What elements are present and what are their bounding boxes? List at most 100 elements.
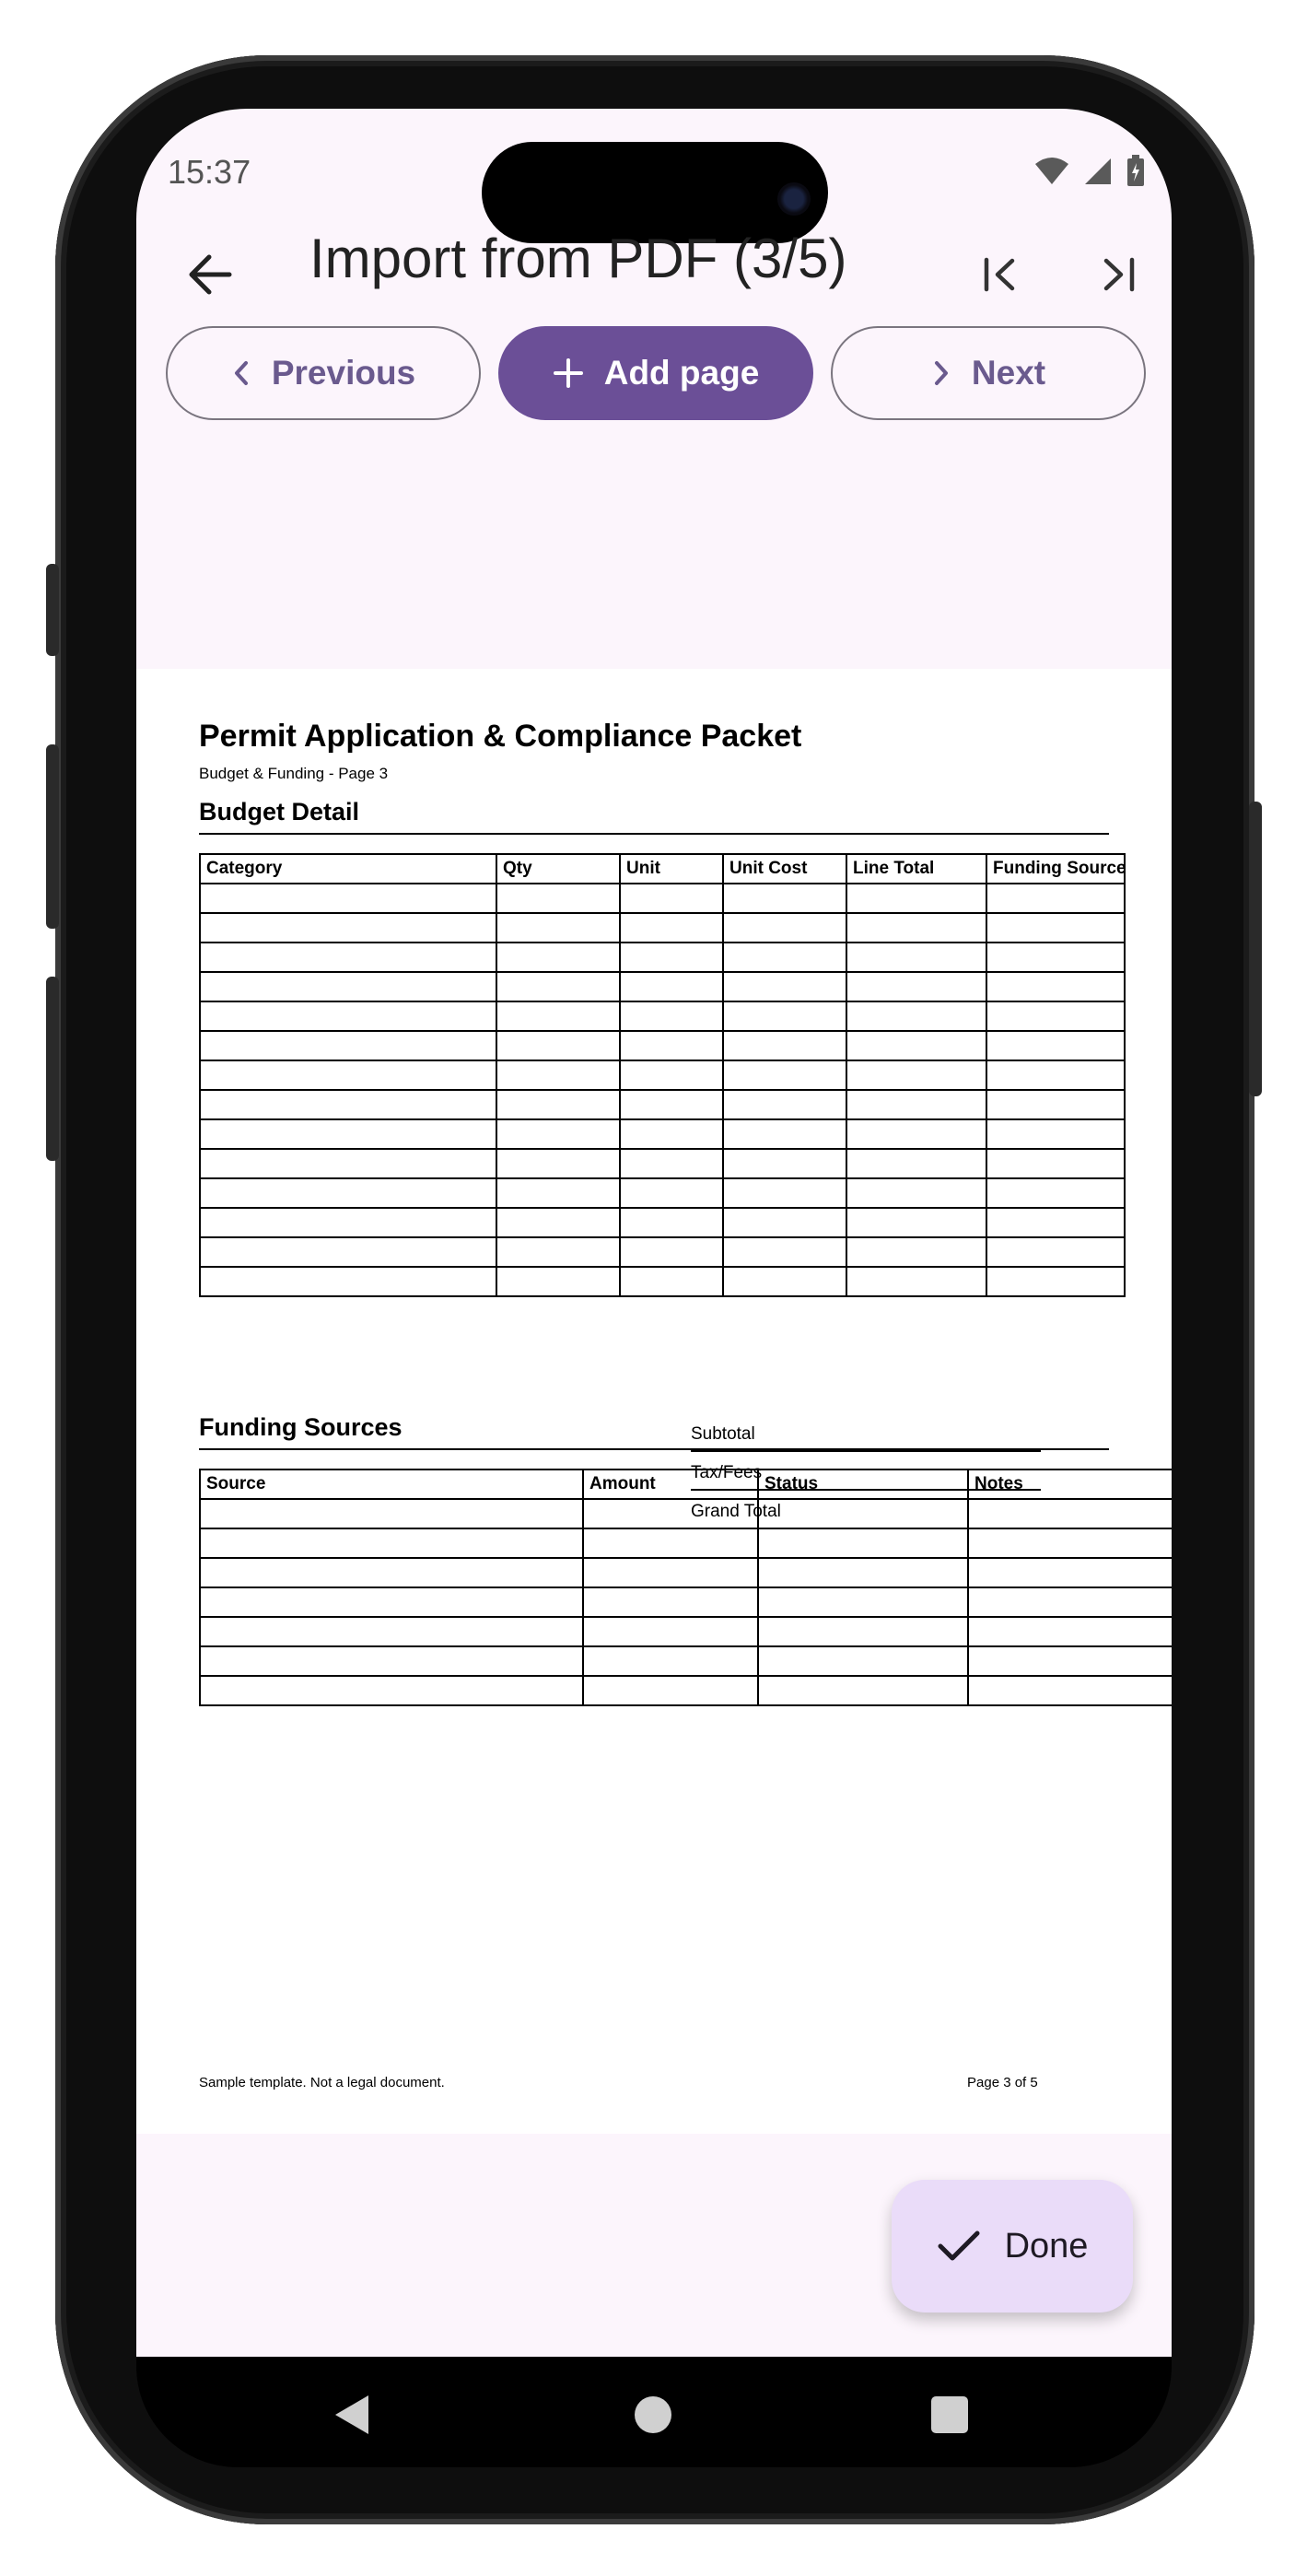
nav-back-icon[interactable] [333,2394,370,2436]
funding-table-cell [199,1645,584,1677]
back-button[interactable] [173,238,247,311]
wifi-icon [1035,158,1068,184]
budget-table-cell [722,1207,847,1238]
budget-table-cell [199,942,497,973]
budget-table-cell [722,942,847,973]
budget-table-cell [619,1030,724,1061]
budget-table-cell [722,1030,847,1061]
budget-table-row [199,1118,1126,1150]
funding-table-cell [199,1498,584,1529]
budget-table-cell [619,1118,724,1150]
funding-table-cell [967,1557,1172,1588]
budget-table-row [199,1177,1126,1209]
budget-table-cell [986,1236,1126,1268]
budget-table-cell [496,1001,621,1032]
funding-table-cell [199,1528,584,1559]
status-time: 15:37 [168,153,251,191]
chevron-left-icon [234,361,248,385]
budget-table-cell [496,1118,621,1150]
budget-table-cell [199,1118,497,1150]
screen: 15:37 Import from PDF (3/5) Previous Add… [136,109,1172,2357]
budget-column-header: Qty [496,853,621,884]
funding-table-cell [582,1498,759,1529]
check-icon [938,2231,980,2261]
budget-table-cell [199,912,497,943]
budget-column-header: Line Total [846,853,987,884]
budget-table-cell [846,942,987,973]
funding-table-cell [757,1675,969,1706]
funding-table-cell [967,1645,1172,1677]
budget-table-cell [986,1030,1126,1061]
budget-table-cell [846,912,987,943]
budget-table-cell [496,1030,621,1061]
last-page-icon [1103,257,1135,292]
next-button[interactable]: Next [831,326,1146,420]
budget-table-cell [986,1177,1126,1209]
budget-section-heading: Budget Detail [199,798,360,825]
budget-table-cell [986,1118,1126,1150]
funding-column-header: Source [199,1469,584,1500]
arrow-back-icon [189,254,232,295]
budget-column-header: Category [199,853,497,884]
funding-table-cell [757,1616,969,1647]
funding-column-header: Status [757,1469,969,1500]
budget-table-cell [496,1207,621,1238]
document-title: Permit Application & Compliance Packet [199,719,802,754]
budget-table-cell [846,1030,987,1061]
front-camera [777,182,811,216]
funding-table: Source Amount Status Notes [199,1469,1172,1706]
first-page-button[interactable] [963,238,1037,311]
funding-table-cell [582,1528,759,1559]
budget-table-cell [846,1177,987,1209]
budget-table-cell [199,1207,497,1238]
budget-table-cell [846,1148,987,1179]
budget-column-header: Funding Source [986,853,1126,884]
document-subtitle: Budget & Funding - Page 3 [199,765,389,782]
side-button-volume-down [46,977,59,1161]
budget-table-cell [846,1266,987,1297]
budget-table-cell [986,883,1126,914]
budget-table-cell [722,1236,847,1268]
next-label: Next [971,354,1046,392]
budget-table-row [199,1148,1126,1179]
budget-table-cell [722,1266,847,1297]
budget-table-cell [199,1148,497,1179]
funding-table-cell [967,1498,1172,1529]
budget-table-cell [619,942,724,973]
previous-button[interactable]: Previous [166,326,481,420]
previous-label: Previous [271,354,416,392]
pdf-page-preview[interactable]: Permit Application & Compliance Packet B… [136,669,1172,2134]
nav-recents-icon[interactable] [930,2395,969,2434]
budget-table-cell [619,883,724,914]
budget-table: Category Qty Unit Unit Cost Line Total Fundin… [199,853,1126,1297]
budget-table-cell [619,1207,724,1238]
add-page-button[interactable]: Add page [498,326,813,420]
budget-table-cell [619,1177,724,1209]
budget-table-cell [496,1089,621,1120]
navigation-bar [136,2357,1172,2467]
nav-home-icon[interactable] [634,2395,672,2434]
budget-table-cell [619,1148,724,1179]
budget-table-cell [846,971,987,1002]
budget-table-cell [199,1177,497,1209]
done-button[interactable]: Done [892,2180,1133,2313]
page-title: Import from PDF (3/5) [309,228,847,289]
add-page-label: Add page [603,354,760,392]
funding-table-cell [199,1675,584,1706]
funding-table-cell [757,1557,969,1588]
last-page-button[interactable] [1081,238,1155,311]
budget-table-row [199,1207,1126,1238]
budget-table-cell [199,1089,497,1120]
budget-table-cell [496,971,621,1002]
budget-table-cell [722,1001,847,1032]
funding-table-row [199,1616,1172,1647]
budget-table-row [199,1001,1126,1032]
funding-table-cell [582,1675,759,1706]
funding-table-cell [199,1587,584,1618]
funding-column-header: Notes [967,1469,1172,1500]
budget-table-cell [986,1060,1126,1091]
funding-table-row [199,1557,1172,1588]
budget-table-cell [619,1266,724,1297]
funding-table-cell [199,1616,584,1647]
plus-icon [553,358,583,388]
